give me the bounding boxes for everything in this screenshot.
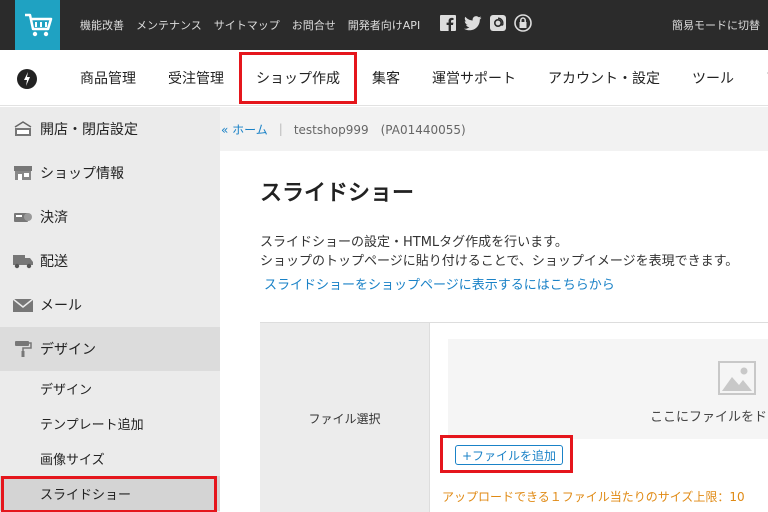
main-content: スライドショー スライドショーの設定・HTMLタグ作成を行います。 ショップのト… (220, 151, 768, 512)
sidebar-item-label: 決済 (40, 210, 68, 226)
shop-icon (12, 164, 34, 182)
nav-orders[interactable]: 受注管理 (152, 50, 240, 106)
sidebar-item-label: ショップ情報 (40, 166, 124, 182)
sidebar: 開店・閉店設定 ショップ情報 決済 配送 メール デザイン デザイン テンプレー… (0, 107, 220, 512)
file-select-form: ファイル選択 ここにファイルをド +ファイルを追加 アップロードできる１ファイル… (260, 322, 768, 512)
sidebar-sub-slideshow[interactable]: スライドショー (0, 476, 220, 512)
page-title: スライドショー (260, 181, 415, 206)
cart-logo-icon[interactable] (15, 0, 60, 50)
nav-shop-builder[interactable]: ショップ作成 (239, 50, 357, 106)
drop-zone-text: ここにファイルをド (650, 410, 768, 425)
image-placeholder-icon (718, 361, 756, 395)
sidebar-sub-template-add[interactable]: テンプレート追加 (0, 406, 220, 441)
page-description: スライドショーの設定・HTMLタグ作成を行います。 ショップのトップページに貼り… (260, 233, 738, 271)
description-line-2: ショップのトップページに貼り付けることで、ショップイメージを表現できます。 (260, 254, 739, 269)
sidebar-item-shop-info[interactable]: ショップ情報 (0, 151, 220, 195)
main-nav: 商品管理 受注管理 ショップ作成 集客 運営サポート アカウント・設定 ツール … (0, 50, 768, 106)
simple-mode-switch[interactable]: 簡易モードに切替 (672, 0, 760, 50)
truck-icon (12, 252, 34, 270)
social-icons (439, 14, 532, 32)
upload-size-note: アップロードできる１ファイル当たりのサイズ上限：10 (442, 490, 745, 504)
breadcrumb-separator: | (278, 122, 283, 136)
nav-support[interactable]: 運営サポート (416, 50, 532, 106)
sidebar-item-label: 開店・閉店設定 (40, 122, 138, 138)
paint-roller-icon (12, 340, 34, 358)
description-line-1: スライドショーの設定・HTMLタグ作成を行います。 (260, 235, 568, 250)
nav-tools[interactable]: ツール (676, 50, 750, 106)
top-link-maintenance[interactable]: メンテナンス (136, 17, 202, 33)
breadcrumb: « ホーム | testshop999 (PA01440055) (220, 107, 768, 151)
top-link-developer-api[interactable]: 開発者向けAPI (348, 17, 420, 33)
sidebar-item-label: メール (40, 298, 82, 314)
top-link-contact[interactable]: お問合せ (292, 17, 336, 33)
email-icon[interactable] (489, 14, 507, 32)
file-drop-zone[interactable]: ここにファイルをド (448, 339, 768, 439)
top-bar: 機能改善 メンテナンス サイトマップ お問合せ 開発者向けAPI 簡易モードに切… (0, 0, 768, 50)
sidebar-sub-image-size[interactable]: 画像サイズ (0, 441, 220, 476)
top-links: 機能改善 メンテナンス サイトマップ お問合せ 開発者向けAPI (80, 0, 420, 50)
top-link-improvements[interactable]: 機能改善 (80, 17, 124, 33)
sidebar-item-mail[interactable]: メール (0, 283, 220, 327)
sidebar-item-design[interactable]: デザイン (0, 327, 220, 371)
twitter-icon[interactable] (464, 14, 482, 32)
breadcrumb-home-link[interactable]: « ホーム (221, 121, 268, 138)
mail-icon (12, 296, 34, 314)
add-file-button[interactable]: +ファイルを追加 (455, 445, 563, 465)
payment-icon (12, 208, 34, 226)
file-select-label: ファイル選択 (260, 323, 429, 512)
brand-logo-icon[interactable] (16, 68, 38, 90)
sidebar-item-label: 配送 (40, 254, 68, 270)
open-sign-icon (12, 120, 34, 138)
sidebar-item-open-close[interactable]: 開店・閉店設定 (0, 107, 220, 151)
sidebar-item-shipping[interactable]: 配送 (0, 239, 220, 283)
file-select-cell: ここにファイルをド +ファイルを追加 アップロードできる１ファイル当たりのサイズ… (429, 323, 768, 512)
nav-marketing[interactable]: 集客 (356, 50, 416, 106)
nav-products[interactable]: 商品管理 (64, 50, 152, 106)
slideshow-help-link[interactable]: スライドショーをショップページに表示するにはこちらから (264, 274, 615, 293)
add-file-highlight: +ファイルを追加 (440, 435, 573, 473)
breadcrumb-shop: testshop999 (PA01440055) (293, 122, 466, 137)
sidebar-sub-design[interactable]: デザイン (0, 371, 220, 406)
lock-icon[interactable] (514, 14, 532, 32)
sidebar-item-label: デザイン (40, 342, 96, 358)
facebook-icon[interactable] (439, 14, 457, 32)
sidebar-item-payment[interactable]: 決済 (0, 195, 220, 239)
nav-more[interactable]: ア (750, 50, 768, 106)
top-link-sitemap[interactable]: サイトマップ (214, 17, 280, 33)
nav-account-settings[interactable]: アカウント・設定 (532, 50, 676, 106)
